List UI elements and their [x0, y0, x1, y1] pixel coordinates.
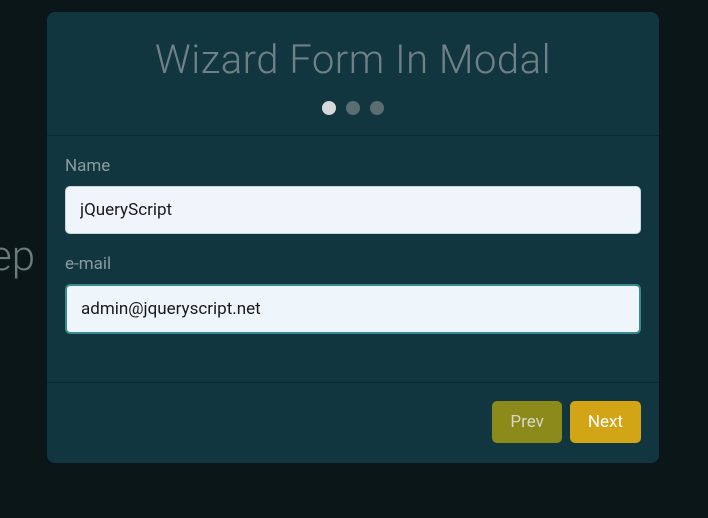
background-text: ep [0, 232, 35, 281]
email-group: e-mail [65, 254, 641, 334]
step-dot-3[interactable] [370, 101, 384, 115]
wizard-modal: Wizard Form In Modal Name e-mail Prev Ne… [47, 12, 659, 463]
email-input[interactable] [65, 284, 641, 334]
name-group: Name [65, 156, 641, 234]
name-label: Name [65, 156, 641, 176]
step-indicator [67, 101, 639, 115]
modal-title: Wizard Form In Modal [67, 36, 639, 83]
modal-footer: Prev Next [47, 382, 659, 463]
modal-body: Name e-mail [47, 136, 659, 382]
modal-header: Wizard Form In Modal [47, 12, 659, 136]
name-input[interactable] [65, 186, 641, 234]
step-dot-2[interactable] [346, 101, 360, 115]
email-label: e-mail [65, 254, 641, 274]
prev-button[interactable]: Prev [492, 401, 561, 443]
next-button[interactable]: Next [570, 401, 641, 443]
step-dot-1[interactable] [322, 101, 336, 115]
